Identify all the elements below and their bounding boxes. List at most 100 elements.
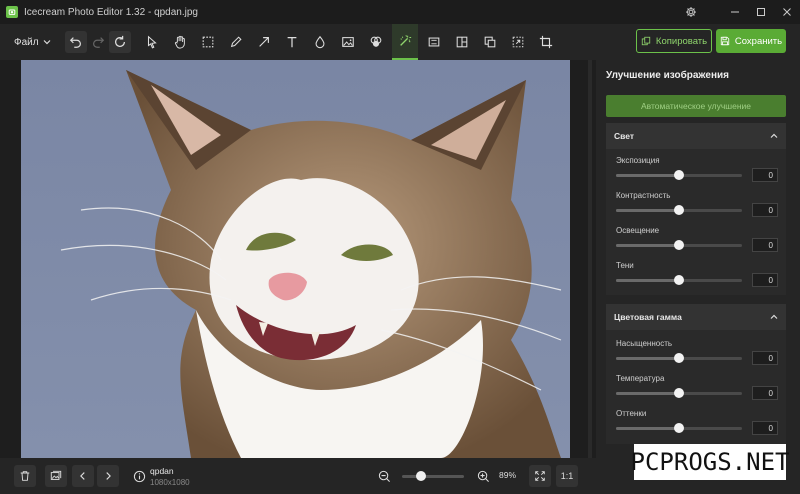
slider-saturation: Насыщенность 0 xyxy=(606,339,786,373)
slider-tint: Оттенки 0 xyxy=(606,409,786,443)
copy-button[interactable]: Копировать xyxy=(636,29,712,53)
image-icon[interactable] xyxy=(337,31,359,53)
settings-gear-icon[interactable] xyxy=(678,0,704,24)
slider-temperature-label: Температура xyxy=(616,374,665,383)
slider-shadows: Тени 0 xyxy=(606,261,786,295)
main-toolbar: Файл Копировать Сохранить xyxy=(0,24,800,60)
slider-exposure-thumb[interactable] xyxy=(674,170,684,180)
slider-exposure: Экспозиция 0 xyxy=(606,156,786,190)
arrow-icon[interactable] xyxy=(253,31,275,53)
slider-tint-label: Оттенки xyxy=(616,409,647,418)
save-button[interactable]: Сохранить xyxy=(716,29,786,53)
text-icon[interactable] xyxy=(281,31,303,53)
image-canvas[interactable] xyxy=(0,60,596,458)
slider-shadows-thumb[interactable] xyxy=(674,275,684,285)
resize-icon[interactable] xyxy=(423,31,445,53)
minimize-icon[interactable] xyxy=(722,0,748,24)
slider-exposure-label: Экспозиция xyxy=(616,156,660,165)
slider-shadows-value[interactable]: 0 xyxy=(752,273,778,287)
hand-icon[interactable] xyxy=(169,31,191,53)
slider-temperature-track[interactable] xyxy=(616,388,742,398)
reset-icon[interactable] xyxy=(108,31,131,53)
slider-contrast-value[interactable]: 0 xyxy=(752,203,778,217)
section-light-header[interactable]: Свет xyxy=(606,123,786,149)
layout-icon[interactable] xyxy=(451,31,473,53)
select-arrow-icon[interactable] xyxy=(141,31,163,53)
section-color-header[interactable]: Цветовая гамма xyxy=(606,304,786,330)
section-color-title: Цветовая гамма xyxy=(614,312,682,322)
slider-saturation-label: Насыщенность xyxy=(616,339,673,348)
fullscreen-icon[interactable] xyxy=(529,465,551,487)
blur-drop-icon[interactable] xyxy=(309,31,331,53)
window-title: Icecream Photo Editor 1.32 - qpdan.jpg xyxy=(24,6,198,18)
close-icon[interactable] xyxy=(774,0,800,24)
chevron-up-icon xyxy=(770,133,778,138)
slider-saturation-track[interactable] xyxy=(616,353,742,363)
slider-shadows-label: Тени xyxy=(616,261,634,270)
maximize-icon[interactable] xyxy=(748,0,774,24)
slider-lighting-track[interactable] xyxy=(616,240,742,250)
save-button-label: Сохранить xyxy=(734,35,783,47)
zoom-value: 89% xyxy=(499,470,517,480)
file-menu-label: Файл xyxy=(14,36,39,48)
slider-saturation-value[interactable]: 0 xyxy=(752,351,778,365)
slider-lighting-thumb[interactable] xyxy=(674,240,684,250)
delete-icon[interactable] xyxy=(14,465,36,487)
section-color: Цветовая гамма Насыщенность 0 Температур… xyxy=(606,304,786,444)
slider-contrast-track[interactable] xyxy=(616,205,742,215)
crop-area-icon[interactable] xyxy=(507,31,529,53)
gallery-icon[interactable] xyxy=(45,465,67,487)
watermark: PCPROGS.NET xyxy=(631,444,789,480)
edited-photo[interactable] xyxy=(21,60,570,458)
save-icon xyxy=(720,36,730,46)
crop-select-icon[interactable] xyxy=(197,31,219,53)
file-name: qpdan xyxy=(150,466,174,476)
zoom-slider[interactable] xyxy=(402,471,464,481)
title-bar: Icecream Photo Editor 1.32 - qpdan.jpg xyxy=(0,0,800,24)
zoom-in-icon[interactable] xyxy=(472,465,494,487)
slider-tint-thumb[interactable] xyxy=(674,423,684,433)
copy-icon xyxy=(641,36,651,46)
slider-contrast-label: Контрастность xyxy=(616,191,671,200)
slider-lighting-label: Освещение xyxy=(616,226,660,235)
canvas-scrollbar[interactable] xyxy=(588,60,592,458)
redo-icon[interactable] xyxy=(87,31,109,53)
zoom-slider-thumb[interactable] xyxy=(415,471,426,481)
next-icon[interactable] xyxy=(97,465,119,487)
slider-exposure-value[interactable]: 0 xyxy=(752,168,778,182)
slider-saturation-thumb[interactable] xyxy=(674,353,684,363)
actual-size-button[interactable]: 1:1 xyxy=(556,465,578,487)
enhance-panel: Улучшение изображения Автоматическое улу… xyxy=(596,60,800,494)
slider-tint-track[interactable] xyxy=(616,423,742,433)
color-fill-icon[interactable] xyxy=(365,31,387,53)
auto-enhance-button[interactable]: Автоматическое улучшение xyxy=(606,95,786,117)
frames-icon[interactable] xyxy=(479,31,501,53)
crop-icon[interactable] xyxy=(535,31,557,53)
info-icon[interactable] xyxy=(128,465,150,487)
enhance-wand-icon[interactable] xyxy=(391,24,418,60)
slider-temperature: Температура 0 xyxy=(606,374,786,408)
app-logo-icon xyxy=(6,6,18,18)
slider-exposure-track[interactable] xyxy=(616,170,742,180)
previous-icon[interactable] xyxy=(72,465,94,487)
undo-icon[interactable] xyxy=(64,31,87,53)
slider-tint-value[interactable]: 0 xyxy=(752,421,778,435)
slider-temperature-value[interactable]: 0 xyxy=(752,386,778,400)
copy-button-label: Копировать xyxy=(655,35,708,47)
zoom-out-icon[interactable] xyxy=(373,465,395,487)
pencil-icon[interactable] xyxy=(225,31,247,53)
file-dimensions: 1080x1080 xyxy=(150,478,190,487)
photo-editor-window: Icecream Photo Editor 1.32 - qpdan.jpg Ф… xyxy=(0,0,800,494)
chevron-up-icon xyxy=(770,314,778,319)
section-light: Свет Экспозиция 0 Контрастность 0 Освеще… xyxy=(606,123,786,295)
slider-shadows-track[interactable] xyxy=(616,275,742,285)
bottom-bar: qpdan 1080x1080 89% 1:1 xyxy=(0,458,596,494)
slider-contrast: Контрастность 0 xyxy=(606,191,786,225)
slider-temperature-thumb[interactable] xyxy=(674,388,684,398)
slider-lighting-value[interactable]: 0 xyxy=(752,238,778,252)
chevron-down-icon xyxy=(43,40,51,45)
slider-contrast-thumb[interactable] xyxy=(674,205,684,215)
section-light-title: Свет xyxy=(614,131,635,141)
file-menu[interactable]: Файл xyxy=(14,31,51,53)
panel-title: Улучшение изображения xyxy=(606,70,729,81)
